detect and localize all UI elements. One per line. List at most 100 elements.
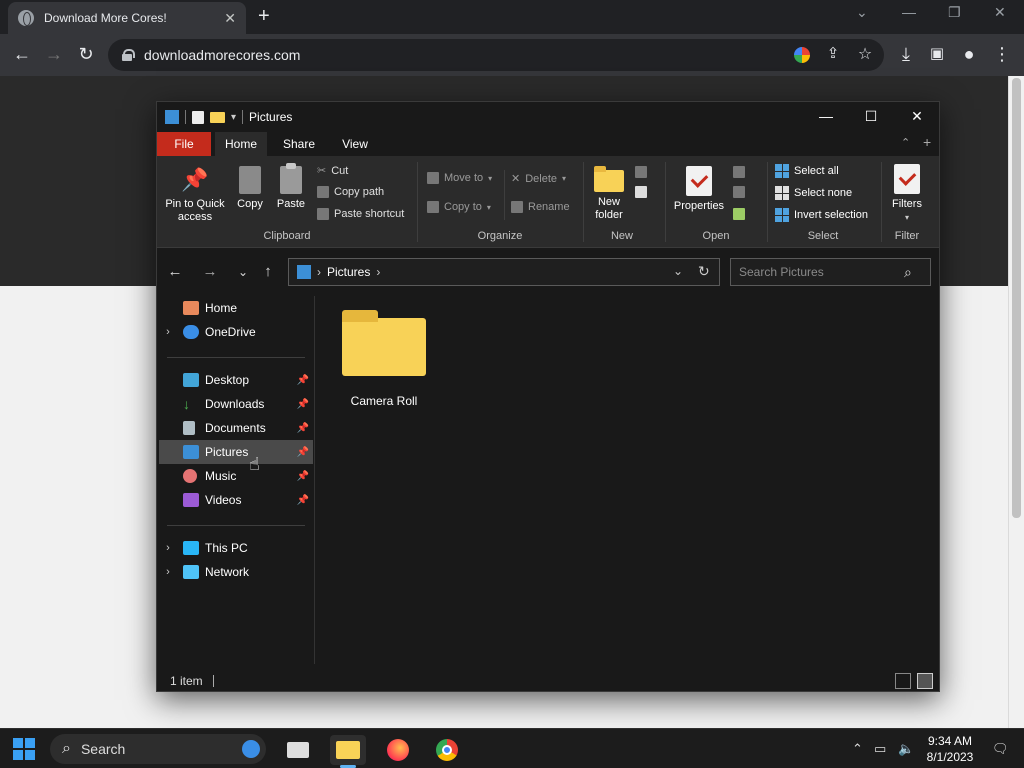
search-icon[interactable]: ⌕ (904, 264, 912, 281)
select-none-button[interactable]: Select none (775, 186, 852, 200)
expand-chevron-icon[interactable]: › (159, 566, 177, 578)
pin-icon[interactable]: 📌 (297, 375, 309, 386)
show-hidden-icons[interactable]: ⌃ (852, 741, 863, 757)
address-bar[interactable]: downloadmorecores.com ⇪ ☆ (108, 39, 884, 71)
close-tab-icon[interactable]: ✕ (224, 10, 236, 27)
folder-item[interactable]: Camera Roll (339, 310, 429, 408)
close-button[interactable]: ✕ (907, 108, 927, 125)
minimize-browser-button[interactable]: — (902, 4, 916, 20)
tab-home[interactable]: Home (215, 132, 267, 156)
select-all-button[interactable]: Select all (775, 164, 839, 178)
side-panel-icon[interactable]: ▣ (926, 44, 948, 62)
recent-locations-button[interactable]: ⌄ (233, 265, 253, 279)
expand-chevron-icon[interactable]: › (159, 326, 177, 338)
maximize-button[interactable]: ☐ (861, 108, 881, 125)
breadcrumb-chevron-icon[interactable]: › (317, 265, 321, 279)
nav-network[interactable]: › Network (159, 560, 313, 584)
share-icon[interactable]: ⇪ (822, 44, 844, 62)
nav-this-pc[interactable]: › This PC (159, 536, 313, 560)
cut-button[interactable]: ✂ Cut (317, 164, 348, 178)
new-item-icon[interactable] (635, 166, 647, 178)
customize-qa-icon[interactable]: ▾ (231, 112, 236, 123)
tab-view[interactable]: View (331, 132, 379, 156)
network-tray-icon[interactable]: ▭ (874, 741, 886, 757)
nav-downloads[interactable]: ↓ Downloads 📌 (159, 392, 313, 416)
tab-file[interactable]: File (157, 132, 211, 156)
reload-icon[interactable]: ↻ (75, 44, 97, 65)
clock[interactable]: 9:34 AM 8/1/2023 (920, 733, 980, 765)
new-folder-quick-icon[interactable] (210, 111, 225, 123)
google-icon[interactable] (794, 47, 810, 63)
nav-videos[interactable]: Videos 📌 (159, 488, 313, 512)
notifications-icon[interactable]: 🗨 (992, 741, 1009, 757)
nav-documents[interactable]: Documents 📌 (159, 416, 313, 440)
pin-quick-access-button[interactable]: 📌 Pin to Quick access (163, 166, 227, 224)
pin-icon[interactable]: 📌 (297, 495, 309, 506)
nav-music[interactable]: Music 📌 (159, 464, 313, 488)
paste-button[interactable]: Paste (274, 163, 308, 211)
menu-icon[interactable]: ⋮ (991, 44, 1013, 65)
paste-shortcut-button[interactable]: Paste shortcut (317, 208, 404, 220)
nav-desktop[interactable]: Desktop 📌 (159, 368, 313, 392)
address-dropdown-icon[interactable]: ⌄ (673, 264, 683, 278)
help-icon[interactable]: + (923, 134, 931, 150)
download-icon[interactable]: ⤓ (895, 44, 917, 65)
copy-to-button[interactable]: Copy to ▾ (427, 201, 491, 213)
task-view-button[interactable] (280, 735, 316, 765)
forward-button[interactable]: → (200, 263, 220, 280)
volume-icon[interactable]: 🔈 (898, 741, 914, 757)
history-icon[interactable] (733, 208, 745, 220)
copy-path-button[interactable]: Copy path (317, 186, 384, 198)
firefox-taskbar-button[interactable] (380, 735, 416, 765)
pin-icon[interactable]: 📌 (297, 423, 309, 434)
forward-icon[interactable]: → (43, 44, 65, 65)
start-button[interactable] (13, 738, 35, 760)
new-tab-button[interactable]: + (258, 5, 270, 28)
taskbar-search[interactable]: ⌕ Search (50, 734, 266, 764)
delete-button[interactable]: ✕ Delete ▾ (511, 172, 566, 186)
nav-home[interactable]: Home (159, 296, 313, 320)
pin-icon[interactable]: 📌 (297, 399, 309, 410)
chrome-taskbar-button[interactable] (429, 735, 465, 765)
invert-selection-button[interactable]: Invert selection (775, 208, 868, 222)
search-box[interactable]: ⌕ (730, 258, 931, 286)
scroll-thumb[interactable] (1012, 78, 1021, 518)
profile-icon[interactable]: ● (958, 44, 980, 65)
lock-icon[interactable] (122, 49, 135, 61)
restore-browser-button[interactable]: ❐ (948, 4, 961, 21)
minimize-button[interactable]: — (816, 108, 836, 124)
bookmark-star-icon[interactable]: ☆ (854, 44, 876, 64)
move-to-button[interactable]: Move to ▾ (427, 172, 492, 184)
pin-icon[interactable]: 📌 (297, 447, 309, 458)
pin-icon[interactable]: 📌 (297, 471, 309, 482)
close-browser-button[interactable]: ✕ (994, 4, 1006, 21)
address-field[interactable]: › Pictures › ⌄ ↻ (288, 258, 720, 286)
breadcrumb-chevron-icon[interactable]: › (376, 265, 380, 279)
breadcrumb-pictures[interactable]: Pictures (327, 265, 370, 279)
page-scrollbar[interactable] (1008, 76, 1024, 728)
details-view-button[interactable] (895, 673, 911, 689)
up-button[interactable]: ↑ (258, 263, 278, 280)
properties-quick-icon[interactable] (192, 110, 204, 124)
new-folder-button[interactable]: New folder (589, 166, 629, 222)
refresh-icon[interactable]: ↻ (698, 263, 710, 280)
search-input[interactable] (739, 265, 904, 279)
open-icon[interactable] (733, 166, 745, 178)
tab-search-icon[interactable]: ⌄ (856, 4, 868, 21)
properties-button[interactable]: Properties (671, 166, 727, 213)
back-button[interactable]: ← (165, 263, 185, 280)
expand-chevron-icon[interactable]: › (159, 542, 177, 554)
easy-access-icon[interactable] (635, 186, 647, 198)
large-icons-view-button[interactable] (917, 673, 933, 689)
nav-pictures[interactable]: Pictures 📌 (159, 440, 313, 464)
bing-icon[interactable] (242, 740, 260, 758)
rename-button[interactable]: Rename (511, 201, 570, 213)
copy-button[interactable]: Copy (233, 166, 267, 211)
browser-tab[interactable]: Download More Cores! ✕ (8, 2, 246, 34)
tab-share[interactable]: Share (275, 132, 323, 156)
back-icon[interactable]: ← (11, 44, 33, 65)
file-explorer-taskbar-button[interactable] (330, 735, 366, 768)
nav-onedrive[interactable]: › OneDrive (159, 320, 313, 344)
edit-icon[interactable] (733, 186, 745, 198)
filters-button[interactable]: Filters ▾ (887, 164, 927, 224)
